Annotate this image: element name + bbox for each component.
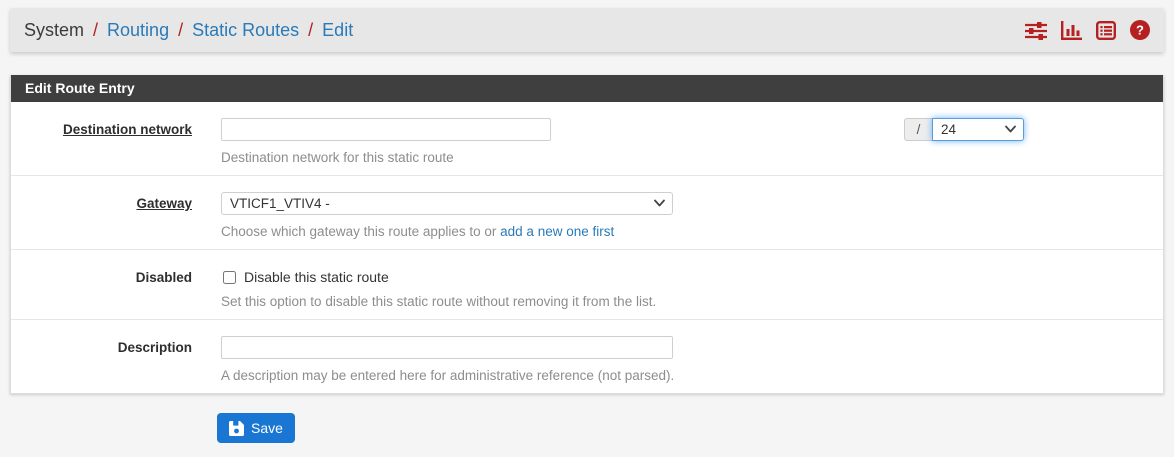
subnet-mask-group: / 24 [904,118,1024,141]
disabled-label: Disabled [136,270,192,285]
breadcrumb: System / Routing / Static Routes / Edit [24,20,353,41]
breadcrumb-bar: System / Routing / Static Routes / Edit [10,8,1164,52]
disabled-help: Set this option to disable this static r… [221,293,1149,310]
bar-chart-icon[interactable] [1061,21,1082,40]
save-icon [229,421,244,436]
gateway-help: Choose which gateway this route applies … [221,223,1149,240]
description-row: Description A description may be entered… [11,320,1163,393]
breadcrumb-item-edit[interactable]: Edit [322,20,353,41]
page: System / Routing / Static Routes / Edit [0,0,1174,443]
mask-separator: / [904,118,932,141]
edit-route-entry-panel: Edit Route Entry Destination network / 2… [10,75,1164,394]
sliders-icon[interactable] [1025,21,1047,40]
svg-text:?: ? [1136,23,1144,38]
breadcrumb-separator: / [308,20,313,41]
description-label: Description [118,340,192,355]
panel-title: Edit Route Entry [11,75,1163,102]
description-input[interactable] [221,336,673,359]
destination-network-label: Destination network [63,122,192,137]
actions-bar: Save [217,413,1164,443]
gateway-row: Gateway VTICF1_VTIV4 - Choose which gate… [11,176,1163,250]
breadcrumb-item-static-routes[interactable]: Static Routes [192,20,299,41]
disable-route-checkbox[interactable] [223,271,236,284]
subnet-mask-select[interactable]: 24 [932,118,1024,141]
breadcrumb-separator: / [178,20,183,41]
destination-network-row: Destination network / 24 [11,102,1163,176]
gateway-select[interactable]: VTICF1_VTIV4 - [221,192,673,215]
breadcrumb-item-system: System [24,20,84,41]
breadcrumb-separator: / [93,20,98,41]
save-button[interactable]: Save [217,413,295,443]
disabled-row: Disabled Disable this static route Set t… [11,250,1163,320]
destination-network-input[interactable] [221,118,551,141]
help-icon[interactable]: ? [1130,20,1150,40]
add-gateway-link[interactable]: add a new one first [500,224,614,239]
breadcrumb-item-routing[interactable]: Routing [107,20,169,41]
destination-network-help: Destination network for this static rout… [221,149,1149,166]
gateway-label: Gateway [136,196,192,211]
save-button-label: Save [251,420,283,436]
description-help: A description may be entered here for ad… [221,367,1149,384]
topbar-icons: ? [1025,20,1150,40]
disable-route-checkbox-label[interactable]: Disable this static route [244,269,389,285]
list-icon[interactable] [1096,21,1116,40]
